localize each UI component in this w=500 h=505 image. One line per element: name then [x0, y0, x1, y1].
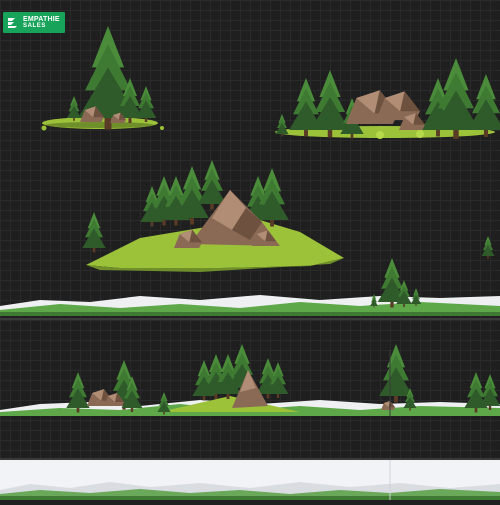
rocky-forest-island [275, 58, 500, 139]
low-poly-forest-strip [0, 344, 500, 416]
snow-ridge-graphic [0, 460, 500, 500]
snow-ground-strip [0, 460, 500, 500]
mountain-hill-island [82, 160, 495, 272]
low-poly-scene [0, 26, 500, 416]
small-forest-island [41, 26, 164, 131]
